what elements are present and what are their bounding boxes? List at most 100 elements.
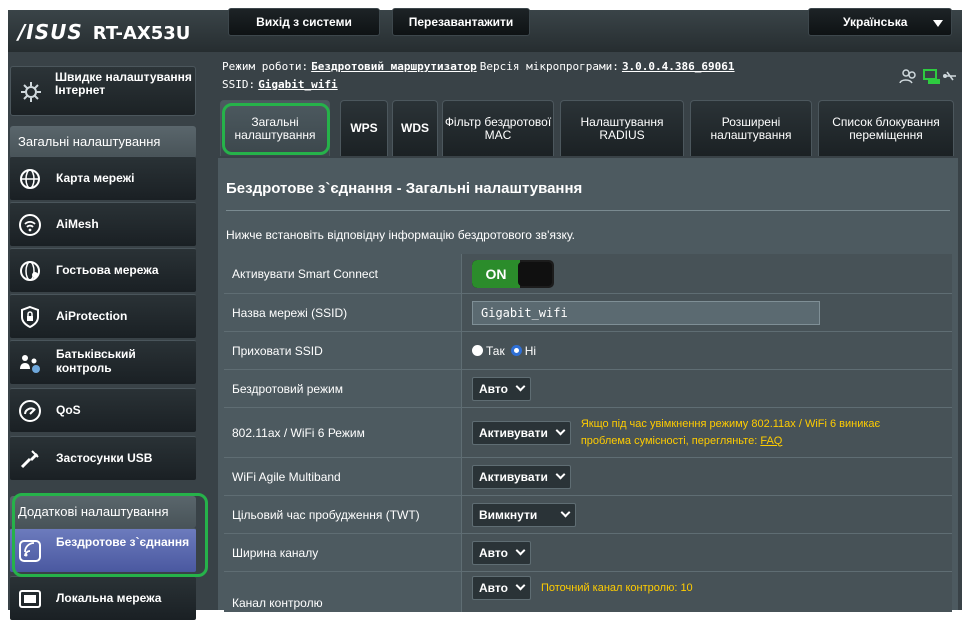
chevron-down-icon <box>560 507 571 517</box>
tab-professional[interactable]: Розширені налаштування <box>690 100 812 156</box>
form-row-ssid: Назва мережі (SSID) Gigabit_wifi <box>224 294 952 332</box>
language-label: Українська <box>843 15 908 29</box>
field-label: Бездротовий режим <box>224 370 462 407</box>
mode-label: Режим роботи: <box>222 60 309 73</box>
form-row-smart-connect: Активувати Smart Connect ON <box>224 254 952 294</box>
sidebar-item-label: AiMesh <box>56 217 99 231</box>
tab-label: WPS <box>350 121 378 135</box>
form-row-bandwidth: Ширина каналу Авто <box>224 534 952 572</box>
control-channel-select[interactable]: Авто <box>472 576 531 600</box>
guest-network-icon <box>20 261 40 281</box>
family-icon <box>20 355 40 373</box>
brand-logo: /ISUS <box>18 20 83 44</box>
users-icon[interactable] <box>899 69 916 84</box>
ssid-link[interactable]: Gigabit_wifi <box>258 78 337 91</box>
field-label: Назва мережі (SSID) <box>224 294 462 331</box>
gauge-icon <box>19 400 41 422</box>
agile-multiband-select[interactable]: Активувати <box>472 464 571 489</box>
sidebar-item-qos[interactable]: QoS <box>10 388 196 432</box>
wireless-icon <box>19 540 41 562</box>
chevron-down-icon <box>933 20 943 27</box>
tab-label: WDS <box>401 121 429 135</box>
sidebar-item-guest-network[interactable]: Гостьова мережа <box>10 248 196 292</box>
usb-tools-icon <box>20 450 39 469</box>
smart-connect-toggle[interactable]: ON <box>472 259 554 288</box>
quick-setup-label: Швидке налаштування Інтернет <box>55 70 192 97</box>
firmware-version-link[interactable]: 3.0.0.4.386_69061 <box>622 60 735 73</box>
sidebar-item-parental-control[interactable]: Батьківський контроль <box>10 340 196 384</box>
language-select[interactable]: Українська <box>808 8 952 36</box>
tab-wps[interactable]: WPS <box>340 100 388 156</box>
sidebar-item-wireless[interactable]: Бездротове з`єднання <box>10 528 196 572</box>
usb-status-icon[interactable] <box>943 71 956 81</box>
field-label: Цільовий час пробудження (TWT) <box>224 496 462 533</box>
logo: /ISUS RT-AX53U <box>18 17 218 47</box>
sidebar-item-usb-apps[interactable]: Застосунки USB <box>10 436 196 480</box>
ax-mode-note: Якщо під час увімкнення режиму 802.11ax … <box>581 416 921 450</box>
radio-label: Ні <box>524 343 537 358</box>
sidebar-item-label: Бездротове з`єднання <box>56 535 190 549</box>
tab-radius[interactable]: Налаштування RADIUS <box>560 100 684 156</box>
firmware-label: Версія мікропрограми: <box>479 60 619 73</box>
shield-lock-icon <box>21 305 39 329</box>
quick-setup-icon <box>21 82 41 102</box>
select-value: Авто <box>479 381 508 396</box>
page-description: Нижче встановіть відповідну інформацію б… <box>226 228 575 242</box>
logout-button[interactable]: Вихід з системи <box>228 8 380 36</box>
faq-link[interactable]: FAQ <box>760 435 782 447</box>
sidebar-item-label: Гостьова мережа <box>56 263 159 277</box>
sidebar-item-lan[interactable]: Локальна мережа <box>10 576 196 620</box>
ssid-input[interactable]: Gigabit_wifi <box>472 300 820 325</box>
form-row-wireless-mode: Бездротовий режим Авто <box>224 370 952 408</box>
tab-label: Налаштування RADIUS <box>580 114 664 142</box>
wireless-mode-select[interactable]: Авто <box>472 376 531 401</box>
sidebar-item-label: Застосунки USB <box>56 451 153 465</box>
advanced-settings-header: Додаткові налаштування <box>10 496 196 528</box>
field-label: 802.11ax / WiFi 6 Режим <box>224 408 462 457</box>
model-name: RT-AX53U <box>92 23 191 44</box>
toggle-on-label: ON <box>472 259 520 288</box>
form-row-control-channel: Канал контролю Авто Поточний канал контр… <box>224 572 952 612</box>
select-value: Активувати <box>479 469 548 484</box>
sidebar-item-label: Карта мережі <box>56 171 135 185</box>
hide-ssid-yes-radio[interactable] <box>472 345 483 356</box>
tab-mac-filter[interactable]: Фільтр бездротової MAC <box>442 100 554 156</box>
network-status-icon[interactable] <box>923 69 940 84</box>
field-label: Ширина каналу <box>224 534 462 571</box>
form-row-hide-ssid: Приховати SSID Так Ні <box>224 332 952 370</box>
tab-wds[interactable]: WDS <box>392 100 438 156</box>
tab-roaming-blocklist[interactable]: Список блокування переміщення <box>818 100 954 156</box>
globe-icon <box>20 169 40 189</box>
bandwidth-select[interactable]: Авто <box>472 540 531 565</box>
tab-label: Загальні налаштування <box>234 114 316 142</box>
sidebar-item-aimesh[interactable]: AiMesh <box>10 202 196 246</box>
reboot-button[interactable]: Перезавантажити <box>392 8 530 36</box>
operation-mode-link[interactable]: Бездротовий маршрутизатор <box>311 60 477 73</box>
sidebar-item-aiprotection[interactable]: AiProtection <box>10 294 196 338</box>
select-value: Вимкнути <box>479 507 538 522</box>
field-label: Канал контролю <box>224 572 462 612</box>
status-line: Режим роботи: Бездротовий маршрутизатор … <box>218 58 958 94</box>
select-value: Авто <box>479 581 508 595</box>
select-value: Активувати <box>479 425 548 440</box>
sidebar-item-label: Локальна мережа <box>56 591 162 605</box>
chevron-down-icon <box>515 381 526 391</box>
tab-label: Фільтр бездротової MAC <box>444 114 552 142</box>
form-row-twt: Цільовий час пробудження (TWT) Вимкнути <box>224 496 952 534</box>
current-channel-note: Поточний канал контролю: 10 <box>540 582 693 594</box>
radio-label: Так <box>486 343 505 358</box>
sidebar-item-network-map[interactable]: Карта мережі <box>10 156 196 200</box>
field-label: Приховати SSID <box>224 332 462 369</box>
twt-select[interactable]: Вимкнути <box>472 502 576 527</box>
settings-form: Активувати Smart Connect ON Назва мережі… <box>224 254 952 612</box>
ax-mode-select[interactable]: Активувати <box>472 420 571 445</box>
status-icons <box>899 69 956 84</box>
title-divider <box>226 210 950 211</box>
tab-general[interactable]: Загальні налаштування <box>220 100 330 156</box>
form-row-agile-multiband: WiFi Agile Multiband Активувати <box>224 458 952 496</box>
ssid-label: SSID: <box>222 78 256 91</box>
hide-ssid-no-radio[interactable] <box>510 345 522 356</box>
field-label: WiFi Agile Multiband <box>224 458 462 495</box>
chevron-down-icon <box>555 469 566 479</box>
quick-setup-button[interactable]: Швидке налаштування Інтернет <box>10 66 196 116</box>
